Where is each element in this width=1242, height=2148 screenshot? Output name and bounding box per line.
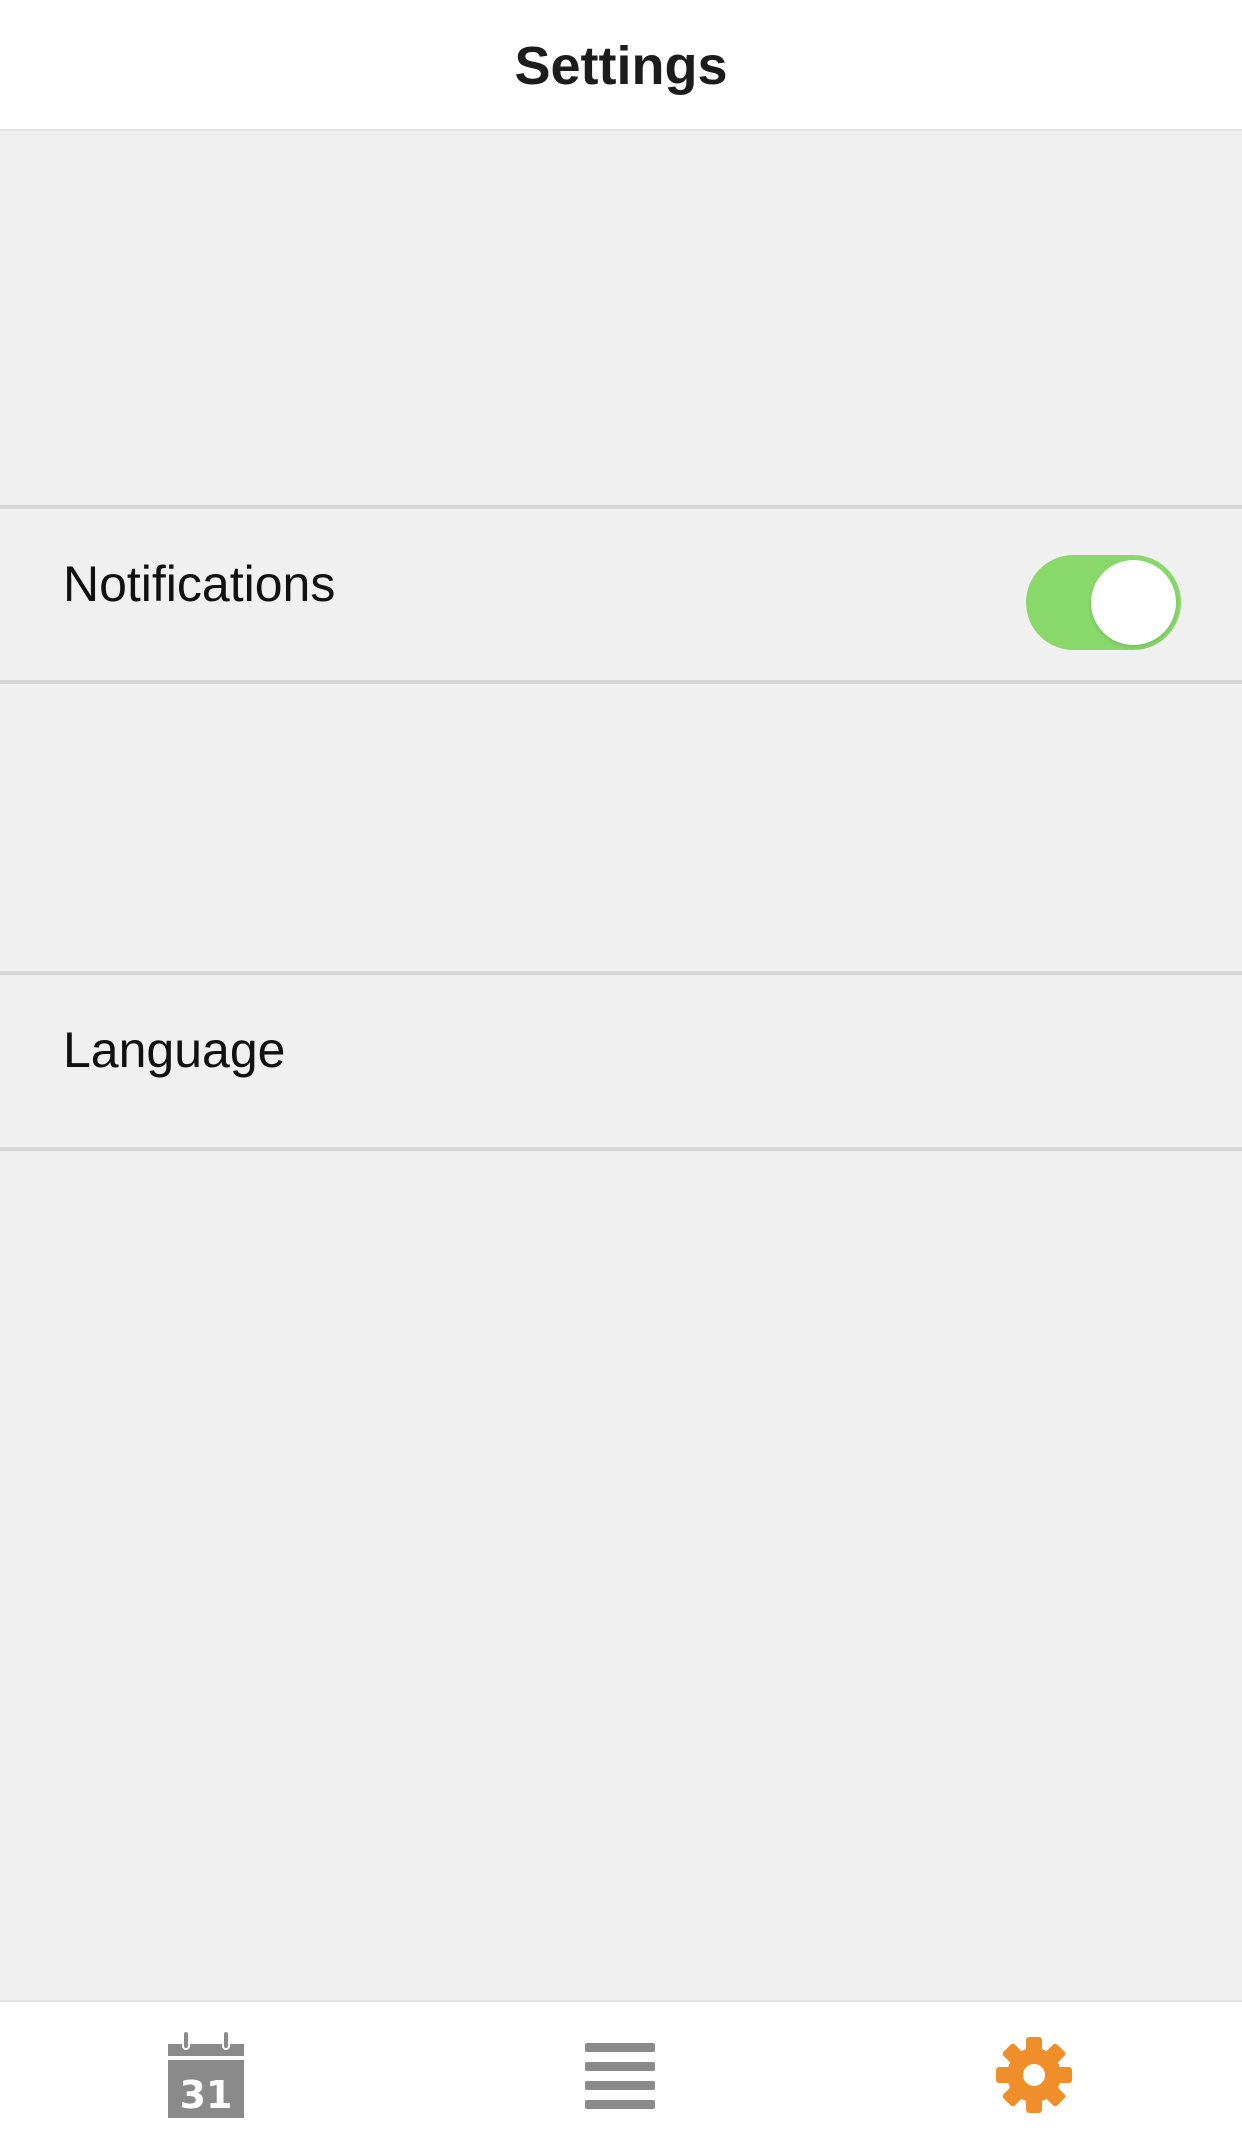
calendar-date-text: 31 bbox=[180, 2073, 233, 2117]
gear-icon bbox=[996, 2037, 1072, 2113]
language-row[interactable]: Language bbox=[0, 971, 1242, 1151]
page-title: Settings bbox=[514, 35, 728, 96]
notifications-label: Notifications bbox=[63, 556, 336, 612]
tab-settings[interactable] bbox=[934, 2002, 1134, 2148]
tab-bar: 31 bbox=[0, 2000, 1242, 2148]
tab-list[interactable] bbox=[520, 2002, 720, 2148]
list-icon bbox=[585, 2043, 655, 2109]
notifications-toggle[interactable] bbox=[1026, 555, 1181, 650]
tab-calendar[interactable]: 31 bbox=[106, 2002, 306, 2148]
toggle-knob bbox=[1091, 560, 1176, 645]
navigation-bar: Settings bbox=[0, 0, 1242, 131]
notifications-row: Notifications bbox=[0, 505, 1242, 684]
language-label: Language bbox=[63, 1022, 286, 1078]
calendar-icon: 31 bbox=[168, 2032, 244, 2118]
